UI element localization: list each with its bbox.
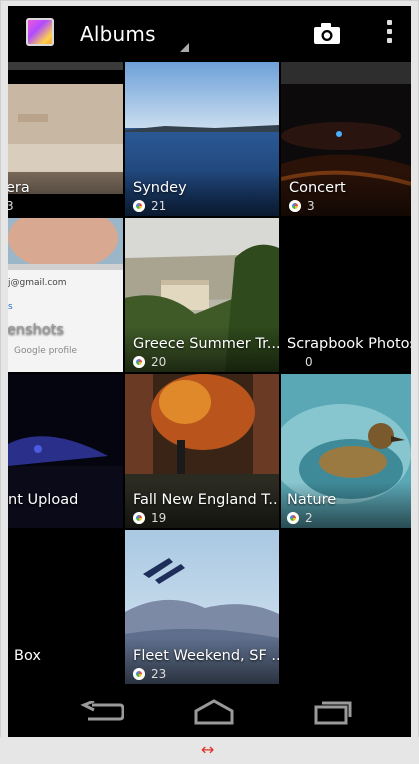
album-tile[interactable]: Greece Summer Tr... 20	[125, 218, 279, 372]
album-title: Greece Summer Tr...	[133, 336, 279, 352]
album-title: enshots	[8, 322, 64, 338]
album-title: Concert	[289, 180, 346, 196]
album-count: 0	[305, 355, 313, 369]
device-screen: Albums era 3 Syndey 21 Concert 3 j@gmail…	[8, 6, 411, 737]
album-count: 3	[289, 199, 315, 213]
album-title: Fall New England T...	[133, 492, 279, 508]
album-title: Nature	[287, 492, 337, 508]
album-count: 23	[133, 667, 166, 681]
album-tile[interactable]: Fleet Weekend, SF ... 23	[125, 530, 279, 684]
back-icon[interactable]	[80, 701, 124, 723]
album-count: 3	[8, 199, 14, 213]
album-count: 19	[133, 511, 166, 525]
album-title: nt Upload	[8, 492, 79, 508]
screenshot-preview-link: s	[8, 302, 13, 312]
album-tile[interactable]: era 3	[8, 62, 123, 216]
camera-button[interactable]	[312, 22, 342, 46]
album-tile[interactable]: nt Upload	[8, 374, 123, 528]
album-title: Fleet Weekend, SF ...	[133, 648, 279, 664]
spinner-caret-icon[interactable]	[180, 43, 189, 52]
album-title: Scrapbook Photos	[287, 336, 411, 352]
action-bar: Albums	[8, 6, 411, 62]
album-tile[interactable]: Concert 3	[281, 62, 411, 216]
overflow-menu-button[interactable]	[384, 20, 394, 48]
camera-icon	[314, 23, 340, 44]
picasa-icon	[133, 200, 145, 212]
album-tile[interactable]: Nature 2	[281, 374, 411, 528]
screenshot-preview-caption: Google profile	[14, 346, 78, 356]
album-grid: era 3 Syndey 21 Concert 3 j@gmail.com s …	[8, 62, 411, 687]
picasa-icon	[287, 512, 299, 524]
picasa-icon	[133, 356, 145, 368]
home-icon[interactable]	[192, 699, 236, 725]
screenshot-preview-text: j@gmail.com	[8, 278, 67, 288]
album-count: 2	[287, 511, 313, 525]
album-spinner-title[interactable]: Albums	[80, 22, 156, 46]
album-tile[interactable]: j@gmail.com s Google profile enshots	[8, 218, 123, 372]
album-title: Syndey	[133, 180, 187, 196]
picasa-icon	[133, 512, 145, 524]
picasa-icon	[289, 200, 301, 212]
gallery-app-icon[interactable]	[26, 18, 54, 46]
album-title: Box	[14, 648, 41, 664]
album-tile[interactable]: Syndey 21	[125, 62, 279, 216]
album-count: 20	[133, 355, 166, 369]
resize-arrow-icon[interactable]: ↔	[201, 740, 214, 759]
empty-grid-cell	[281, 530, 411, 684]
navigation-bar	[8, 687, 411, 737]
album-tile[interactable]: Scrapbook Photos 0	[281, 218, 411, 372]
album-tile[interactable]: Box	[8, 530, 123, 684]
tile-top-strip	[8, 62, 123, 70]
album-title: era	[8, 180, 30, 196]
album-tile[interactable]: Fall New England T... 19	[125, 374, 279, 528]
album-count: 21	[133, 199, 166, 213]
recent-apps-icon[interactable]	[312, 699, 352, 725]
tile-top-strip	[281, 62, 411, 84]
overflow-menu-icon	[384, 20, 394, 43]
picasa-icon	[133, 668, 145, 680]
